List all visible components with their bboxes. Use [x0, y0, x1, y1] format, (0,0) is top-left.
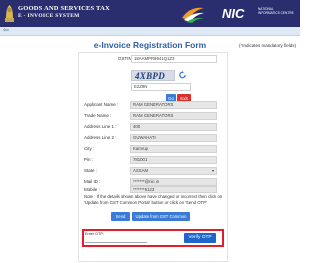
national-emblem-icon: [5, 5, 14, 22]
portal-title: GOODS AND SERVICES TAX E - INVOICE SYSTE…: [18, 5, 110, 20]
captcha-image-text: 4XBPD: [135, 71, 166, 81]
gst-logo-icon: [182, 7, 204, 23]
nic-logo: NIC NATIONAL INFORMATICS CENTRE: [222, 3, 297, 24]
back-arrow-icon[interactable]: ⇦: [3, 27, 9, 35]
address-line2-field: GUWAHATI: [130, 134, 217, 142]
address-line1-field: 400: [130, 123, 217, 131]
mobile-field: *******5123: [130, 186, 217, 193]
mail-id-label: Mail ID :: [84, 179, 101, 184]
chevron-down-icon: ▾: [211, 168, 214, 173]
pin-label: Pin :: [84, 157, 94, 162]
otp-input[interactable]: [85, 236, 147, 243]
applicant-name-field: RAM GENERATORS: [130, 101, 217, 109]
nic-logo-subtitle: NATIONAL INFORMATICS CENTRE: [258, 7, 294, 15]
mail-id-field: *******@nic.in: [130, 178, 217, 186]
refresh-captcha-icon[interactable]: [178, 70, 187, 80]
update-note: Note : If the details shown above have c…: [84, 194, 223, 205]
mandatory-text: Indicates mandatory fields: [242, 43, 295, 48]
state-field: ASSAM ▾: [130, 167, 217, 175]
applicant-name-label: Applicant Name :: [84, 102, 119, 107]
gstin-input[interactable]: 18AAMPR9941Q1Z3: [131, 55, 217, 63]
mandatory-note: (*Indicates mandatory fields): [238, 43, 296, 48]
nic-logo-text: NIC: [222, 6, 245, 21]
verify-otp-button[interactable]: Verify OTP: [184, 233, 216, 243]
state-label: State :: [84, 168, 98, 173]
mobile-label: Mobile :: [84, 187, 100, 192]
navigation-bar: ⇦: [0, 27, 300, 36]
portal-title-line1: GOODS AND SERVICES TAX: [18, 5, 110, 12]
captcha-input[interactable]: E2Z9N: [131, 83, 191, 91]
city-label: City :: [84, 146, 95, 151]
address-line1-label: Address Line 1 :: [84, 124, 117, 129]
portal-title-line2: E - INVOICE SYSTEM: [18, 13, 80, 19]
send-otp-button[interactable]: Send OTP: [111, 212, 130, 228]
update-from-gst-portal-button[interactable]: Update from GST Common Portal: [132, 212, 190, 228]
city-field: Kamrup: [130, 145, 217, 153]
state-value: ASSAM: [133, 168, 149, 173]
pin-field: 781001: [130, 156, 217, 164]
trade-name-label: Trade Name :: [84, 113, 112, 118]
app-header: GOODS AND SERVICES TAX E - INVOICE SYSTE…: [0, 0, 300, 27]
address-line2-label: Address Line 2 :: [84, 135, 117, 140]
captcha-image: 4XBPD: [131, 70, 175, 81]
trade-name-field: RAM GENERATORS: [130, 112, 217, 120]
